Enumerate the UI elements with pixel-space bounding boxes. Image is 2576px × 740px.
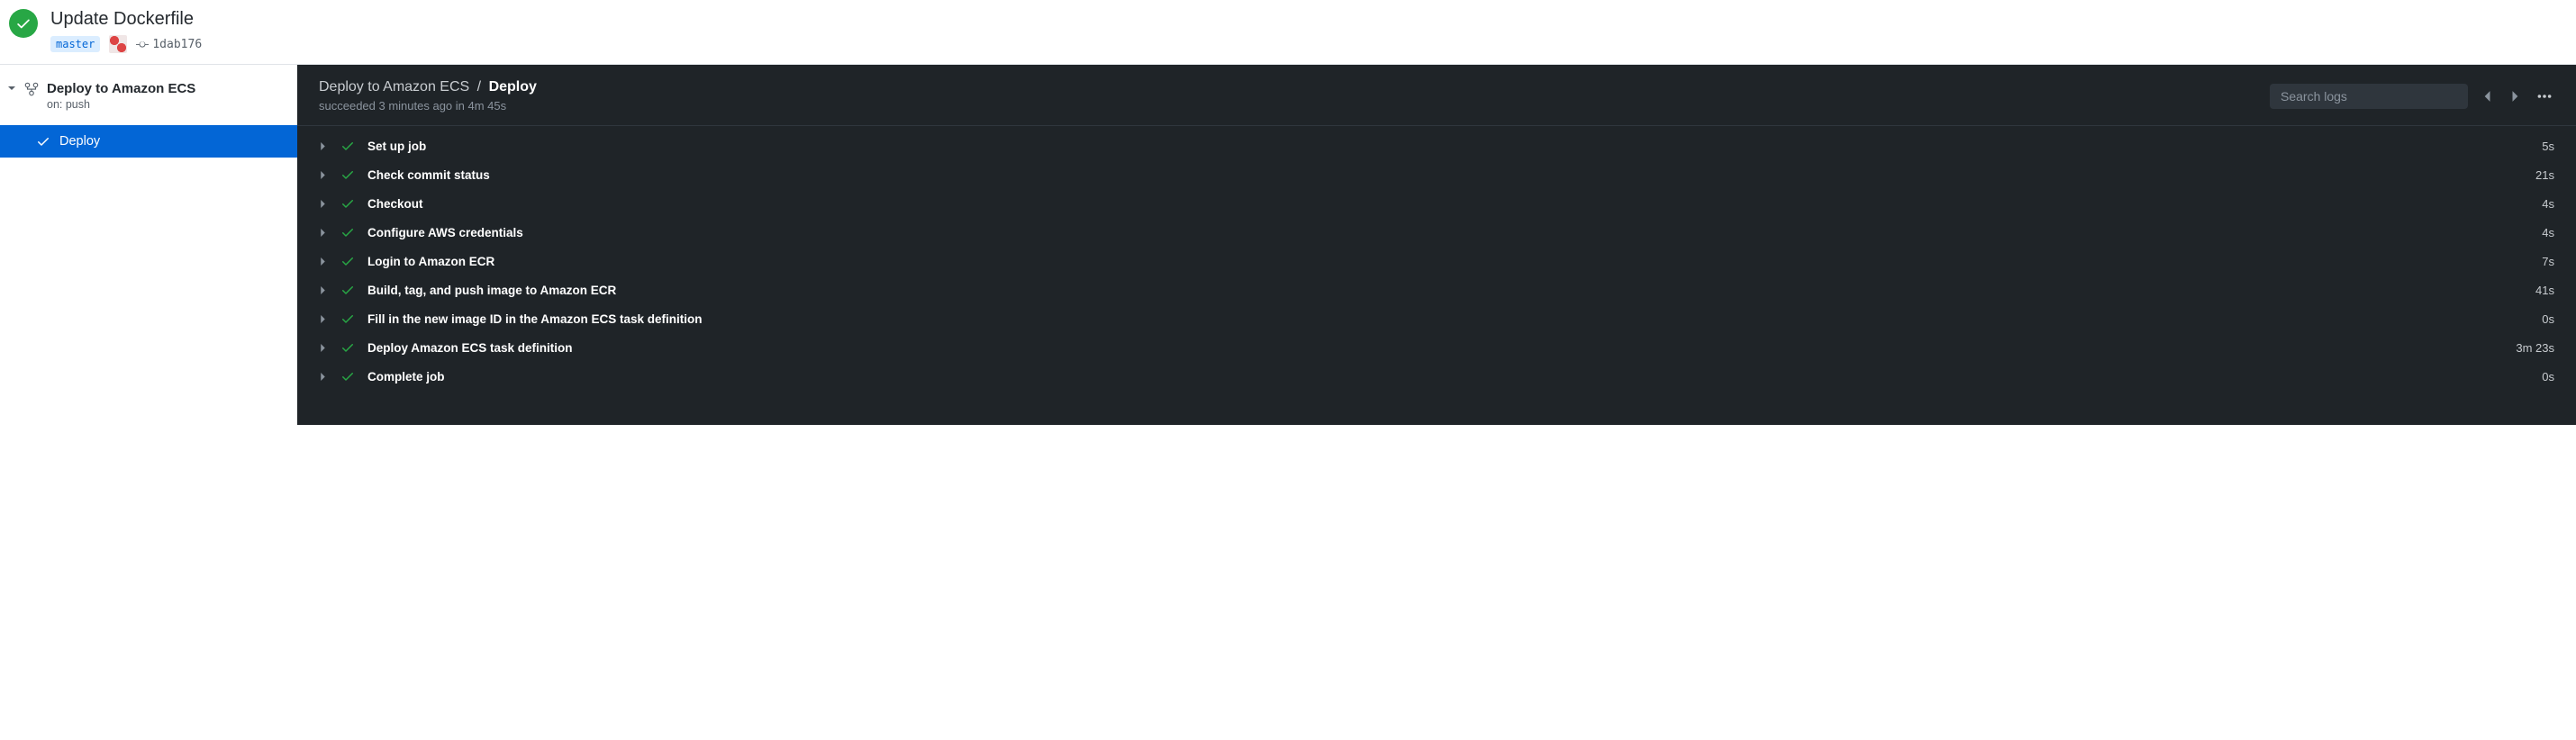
sidebar-job-name: Deploy <box>59 134 100 149</box>
check-icon <box>340 196 357 211</box>
page-header: Update Dockerfile master 1dab176 <box>0 0 2576 65</box>
breadcrumb-job: Deploy <box>489 79 537 95</box>
step-duration: 41s <box>2535 284 2554 297</box>
check-icon <box>340 369 357 384</box>
expand-icon <box>319 171 330 179</box>
expand-icon <box>319 200 330 208</box>
step-name: Fill in the new image ID in the Amazon E… <box>367 312 2542 326</box>
step-name: Set up job <box>367 140 2542 153</box>
step-row[interactable]: Fill in the new image ID in the Amazon E… <box>297 304 2576 333</box>
branch-chip[interactable]: master <box>50 36 100 52</box>
step-name: Deploy Amazon ECS task definition <box>367 341 2516 355</box>
step-duration: 5s <box>2542 140 2554 153</box>
expand-icon <box>319 344 330 352</box>
run-title[interactable]: Update Dockerfile <box>50 9 202 30</box>
breadcrumb-separator: / <box>477 79 481 95</box>
workflow-name: Deploy to Amazon ECS <box>47 81 195 96</box>
step-name: Build, tag, and push image to Amazon ECR <box>367 284 2535 297</box>
check-icon <box>340 311 357 326</box>
expand-icon <box>319 229 330 237</box>
expand-icon <box>319 373 330 381</box>
step-duration: 4s <box>2542 226 2554 239</box>
sidebar-job-selected[interactable]: Deploy <box>0 125 297 158</box>
check-icon <box>340 283 357 297</box>
workflow-trigger: on: push <box>47 98 195 111</box>
commit-icon <box>136 38 149 50</box>
step-row[interactable]: Check commit status21s <box>297 160 2576 189</box>
prev-result-button[interactable] <box>2477 86 2497 106</box>
workflow-icon <box>23 81 40 100</box>
step-row[interactable]: Set up job5s <box>297 131 2576 160</box>
check-icon <box>36 134 50 149</box>
step-duration: 7s <box>2542 255 2554 268</box>
check-icon <box>340 167 357 182</box>
breadcrumb: Deploy to Amazon ECS / Deploy <box>319 79 537 95</box>
log-panel-header: Deploy to Amazon ECS / Deploy succeeded … <box>297 65 2576 126</box>
log-panel: Deploy to Amazon ECS / Deploy succeeded … <box>297 65 2576 425</box>
step-row[interactable]: Build, tag, and push image to Amazon ECR… <box>297 275 2576 304</box>
check-icon <box>340 139 357 153</box>
next-result-button[interactable] <box>2506 86 2526 106</box>
expand-icon <box>319 257 330 266</box>
commit-link[interactable]: 1dab176 <box>136 38 202 51</box>
log-menu-button[interactable] <box>2535 86 2554 106</box>
check-icon <box>340 225 357 239</box>
chevron-left-icon <box>2481 90 2493 103</box>
run-status-line: succeeded 3 minutes ago in 4m 45s <box>319 99 537 113</box>
search-logs-input[interactable] <box>2270 84 2468 109</box>
expand-icon <box>319 142 330 150</box>
step-duration: 4s <box>2542 197 2554 211</box>
kebab-icon <box>2536 88 2553 104</box>
step-row[interactable]: Configure AWS credentials4s <box>297 218 2576 247</box>
caret-down-icon <box>7 81 16 92</box>
author-avatar[interactable] <box>109 35 127 53</box>
expand-icon <box>319 315 330 323</box>
step-duration: 21s <box>2535 168 2554 182</box>
check-icon <box>15 15 32 32</box>
step-row[interactable]: Login to Amazon ECR7s <box>297 247 2576 275</box>
commit-sha: 1dab176 <box>152 38 202 51</box>
step-duration: 0s <box>2542 312 2554 326</box>
step-name: Configure AWS credentials <box>367 226 2542 239</box>
expand-icon <box>319 286 330 294</box>
sidebar: Deploy to Amazon ECS on: push Deploy <box>0 65 297 425</box>
step-name: Complete job <box>367 370 2542 384</box>
breadcrumb-workflow[interactable]: Deploy to Amazon ECS <box>319 79 469 95</box>
step-duration: 0s <box>2542 370 2554 384</box>
step-name: Login to Amazon ECR <box>367 255 2542 268</box>
step-duration: 3m 23s <box>2516 341 2554 355</box>
step-name: Checkout <box>367 197 2542 211</box>
step-name: Check commit status <box>367 168 2535 182</box>
run-status-icon <box>9 9 38 38</box>
check-icon <box>340 254 357 268</box>
workflow-row[interactable]: Deploy to Amazon ECS on: push <box>0 77 297 114</box>
step-row[interactable]: Checkout4s <box>297 189 2576 218</box>
chevron-right-icon <box>2509 90 2522 103</box>
check-icon <box>340 340 357 355</box>
steps-list: Set up job5sCheck commit status21sChecko… <box>297 126 2576 396</box>
step-row[interactable]: Complete job0s <box>297 362 2576 391</box>
step-row[interactable]: Deploy Amazon ECS task definition3m 23s <box>297 333 2576 362</box>
